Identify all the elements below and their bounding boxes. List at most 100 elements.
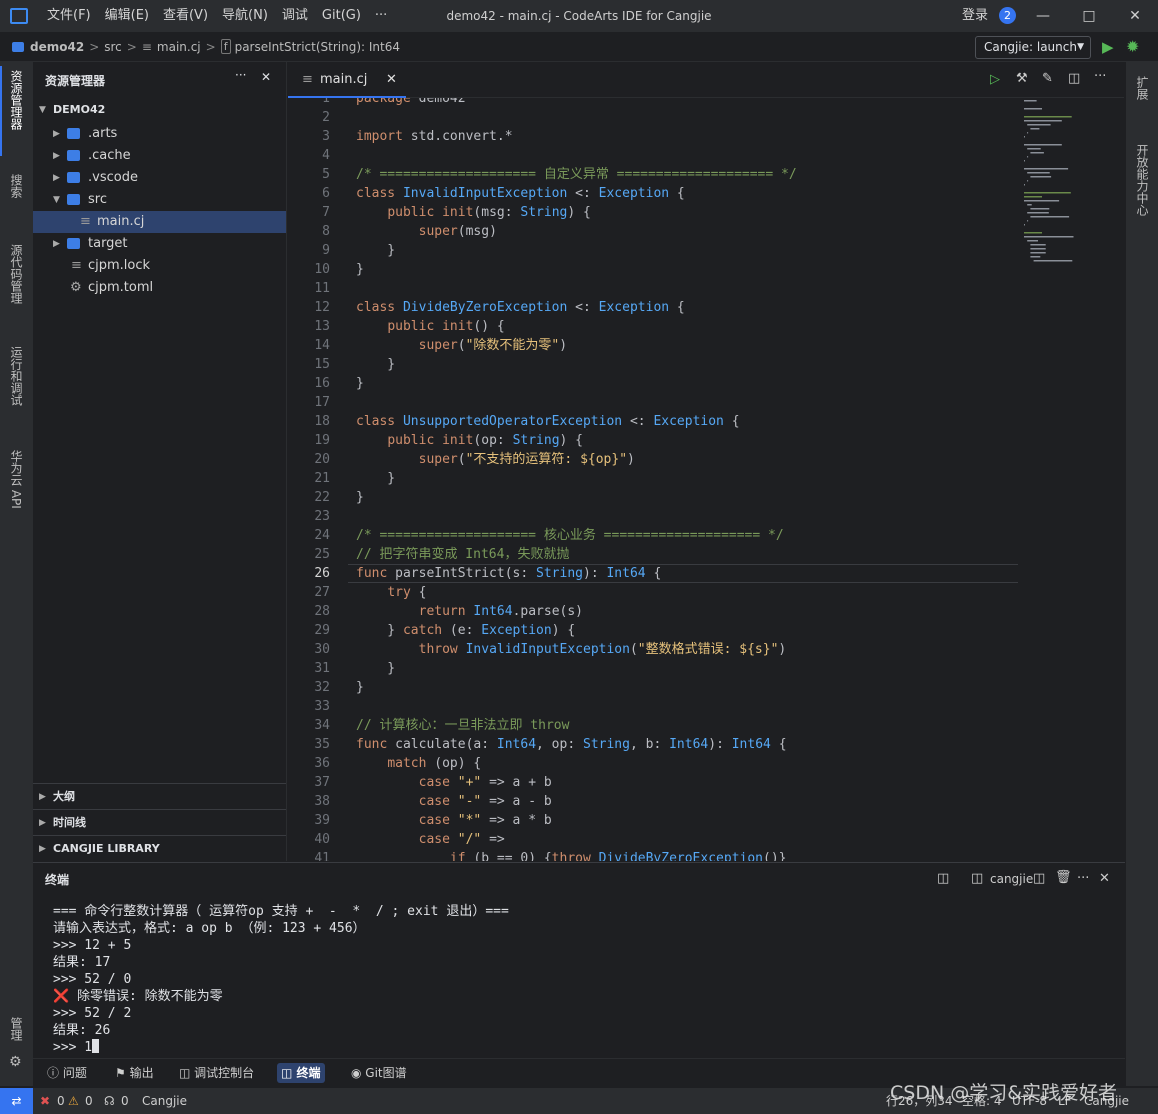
tab-output[interactable]: ⚑ 输出 — [111, 1063, 158, 1083]
build-hammer-icon[interactable]: ⚒ — [1016, 71, 1028, 86]
section-cangjie-library[interactable]: ▶ CANGJIE LIBRARY — [33, 835, 286, 861]
code-line[interactable]: /* ==================== 核心业务 ===========… — [356, 526, 784, 545]
code-line[interactable]: // 把字符串变成 Int64，失败就抛 — [356, 545, 569, 564]
breadcrumb-project[interactable]: demo42 — [30, 40, 84, 54]
tree-root[interactable]: ▼ DEMO42 — [33, 99, 286, 121]
code-line[interactable]: } — [356, 659, 395, 678]
terminal-shell-label[interactable]: cangjie — [990, 872, 1033, 886]
code-line[interactable]: } — [356, 678, 364, 697]
close-icon[interactable]: ✕ — [261, 70, 271, 84]
minimap[interactable] — [1020, 98, 1110, 278]
activity-manage[interactable]: 管理 — [8, 1017, 25, 1041]
code-line[interactable]: case "*" => a * b — [356, 811, 552, 830]
tree-item-cache[interactable]: ▶ .cache — [33, 145, 286, 167]
code-line[interactable]: case "-" => a - b — [356, 792, 552, 811]
notification-badge[interactable]: 2 — [999, 7, 1016, 24]
menu-more[interactable]: ··· — [368, 0, 394, 32]
run-file-icon[interactable]: ▷ — [990, 72, 1000, 87]
tree-item-main-cj[interactable]: ≡ main.cj — [33, 211, 286, 233]
code-line[interactable]: public init(msg: String) { — [356, 203, 591, 222]
code-line[interactable]: class DivideByZeroException <: Exception… — [356, 298, 685, 317]
section-timeline[interactable]: ▶ 时间线 — [33, 809, 286, 835]
split-editor-icon[interactable]: ◫ — [1068, 71, 1080, 86]
minimize-icon[interactable]: — — [1020, 0, 1066, 32]
tab-problems[interactable]: ⓘ 问题 — [43, 1063, 91, 1083]
remote-icon[interactable]: ⇄ — [0, 1088, 33, 1114]
activity-extensions[interactable]: 扩展 — [1134, 76, 1151, 100]
tree-item-arts[interactable]: ▶ .arts — [33, 123, 286, 145]
code-line[interactable]: super("不支持的运算符: ${op}") — [356, 450, 635, 469]
activity-scm[interactable]: 源代码管理 — [8, 244, 25, 304]
login-button[interactable]: 登录 — [962, 0, 988, 32]
code-line[interactable]: public init() { — [356, 317, 504, 336]
more-actions-icon[interactable]: ··· — [1077, 871, 1089, 886]
status-language[interactable]: Cangjie — [142, 1088, 187, 1114]
menu-edit[interactable]: 编辑(E) — [98, 0, 156, 32]
tab-git-graph[interactable]: ◉ Git图谱 — [347, 1063, 411, 1083]
breadcrumb-file[interactable]: main.cj — [157, 40, 201, 54]
activity-explorer[interactable]: 资源管理器 — [8, 70, 25, 130]
close-icon[interactable]: ✕ — [386, 62, 397, 98]
tree-item-src[interactable]: ▼ src — [33, 189, 286, 211]
menu-git[interactable]: Git(G) — [315, 0, 368, 32]
close-panel-icon[interactable]: ✕ — [1099, 871, 1110, 886]
code-line[interactable]: } — [356, 241, 395, 260]
menu-debug[interactable]: 调试 — [275, 0, 315, 32]
close-window-icon[interactable]: ✕ — [1112, 0, 1158, 32]
tab-terminal[interactable]: ◫ 终端 — [277, 1063, 325, 1083]
trash-icon[interactable]: 🗑 — [1055, 870, 1072, 885]
code-line[interactable]: } — [356, 469, 395, 488]
activity-search[interactable]: 搜索 — [8, 174, 25, 198]
code-line[interactable]: match (op) { — [356, 754, 481, 773]
tree-item-vscode[interactable]: ▶ .vscode — [33, 167, 286, 189]
code-line[interactable]: } catch (e: Exception) { — [356, 621, 575, 640]
ports-count[interactable]: 0 — [121, 1088, 129, 1114]
code-line[interactable]: super("除数不能为零") — [356, 336, 567, 355]
tab-debug-console[interactable]: ◫ 调试控制台 — [175, 1063, 258, 1083]
more-actions-icon[interactable]: ··· — [235, 68, 246, 82]
run-icon[interactable]: ▶ — [1102, 38, 1114, 56]
code-line[interactable]: public init(op: String) { — [356, 431, 583, 450]
tree-item-target[interactable]: ▶ target — [33, 233, 286, 255]
code-line[interactable]: case "/" => — [356, 830, 505, 849]
tree-item-cjpm-lock[interactable]: ≡ cjpm.lock — [33, 255, 286, 277]
code-line[interactable]: } — [356, 374, 364, 393]
code-line[interactable]: if (b == 0) {throw DivideByZeroException… — [356, 849, 787, 861]
warning-count[interactable]: 0 — [85, 1088, 93, 1114]
code-line[interactable]: // 计算核心：一旦非法立即 throw — [356, 716, 569, 735]
code-line[interactable]: /* ==================== 自定义异常 ==========… — [356, 165, 797, 184]
more-actions-icon[interactable]: ··· — [1094, 69, 1106, 84]
code-line[interactable]: func calculate(a: Int64, op: String, b: … — [356, 735, 787, 754]
tab-main-cj[interactable]: ≡ main.cj ✕ — [288, 62, 406, 98]
menu-file[interactable]: 文件(F) — [40, 0, 98, 32]
edit-pencil-icon[interactable]: ✎ — [1042, 71, 1053, 86]
code-line[interactable]: throw InvalidInputException("整数格式错误: ${s… — [356, 640, 787, 659]
activity-huawei-api[interactable]: 华为云 API — [8, 450, 25, 509]
gear-icon[interactable]: ⚙ — [9, 1054, 22, 1070]
debug-bug-icon[interactable]: ✹ — [1126, 37, 1139, 56]
split-terminal-icon[interactable]: ◫ — [1033, 871, 1045, 886]
menu-navigate[interactable]: 导航(N) — [215, 0, 275, 32]
section-outline[interactable]: ▶ 大纲 — [33, 783, 286, 809]
code-line[interactable]: import std.convert.* — [356, 127, 513, 146]
code-line[interactable]: class UnsupportedOperatorException <: Ex… — [356, 412, 740, 431]
code-line[interactable]: } — [356, 488, 364, 507]
run-config-select[interactable]: Cangjie: launch ▼ — [975, 36, 1091, 59]
activity-open-capability[interactable]: 开放能力中心 — [1134, 144, 1151, 216]
activity-run-debug[interactable]: 运行和调试 — [8, 346, 25, 406]
code-line[interactable]: func parseIntStrict(s: String): Int64 { — [356, 564, 661, 583]
code-line[interactable]: } — [356, 260, 364, 279]
code-line[interactable]: try { — [356, 583, 426, 602]
code-editor[interactable]: 1 package demo42 2 3 import std.convert.* 4 5/… — [288, 98, 1124, 861]
maximize-icon[interactable]: □ — [1066, 0, 1112, 32]
code-line[interactable]: package demo42 — [356, 98, 466, 108]
menu-view[interactable]: 查看(V) — [156, 0, 215, 32]
code-line[interactable]: class InvalidInputException <: Exception… — [356, 184, 685, 203]
breadcrumb-symbol[interactable]: parseIntStrict(String): Int64 — [235, 40, 400, 54]
code-line[interactable]: return Int64.parse(s) — [356, 602, 583, 621]
tree-item-cjpm-toml[interactable]: ⚙ cjpm.toml — [33, 277, 286, 299]
error-count[interactable]: 0 — [57, 1088, 65, 1114]
code-line[interactable]: case "+" => a + b — [356, 773, 552, 792]
breadcrumb-folder[interactable]: src — [104, 40, 122, 54]
code-line[interactable]: super(msg) — [356, 222, 497, 241]
